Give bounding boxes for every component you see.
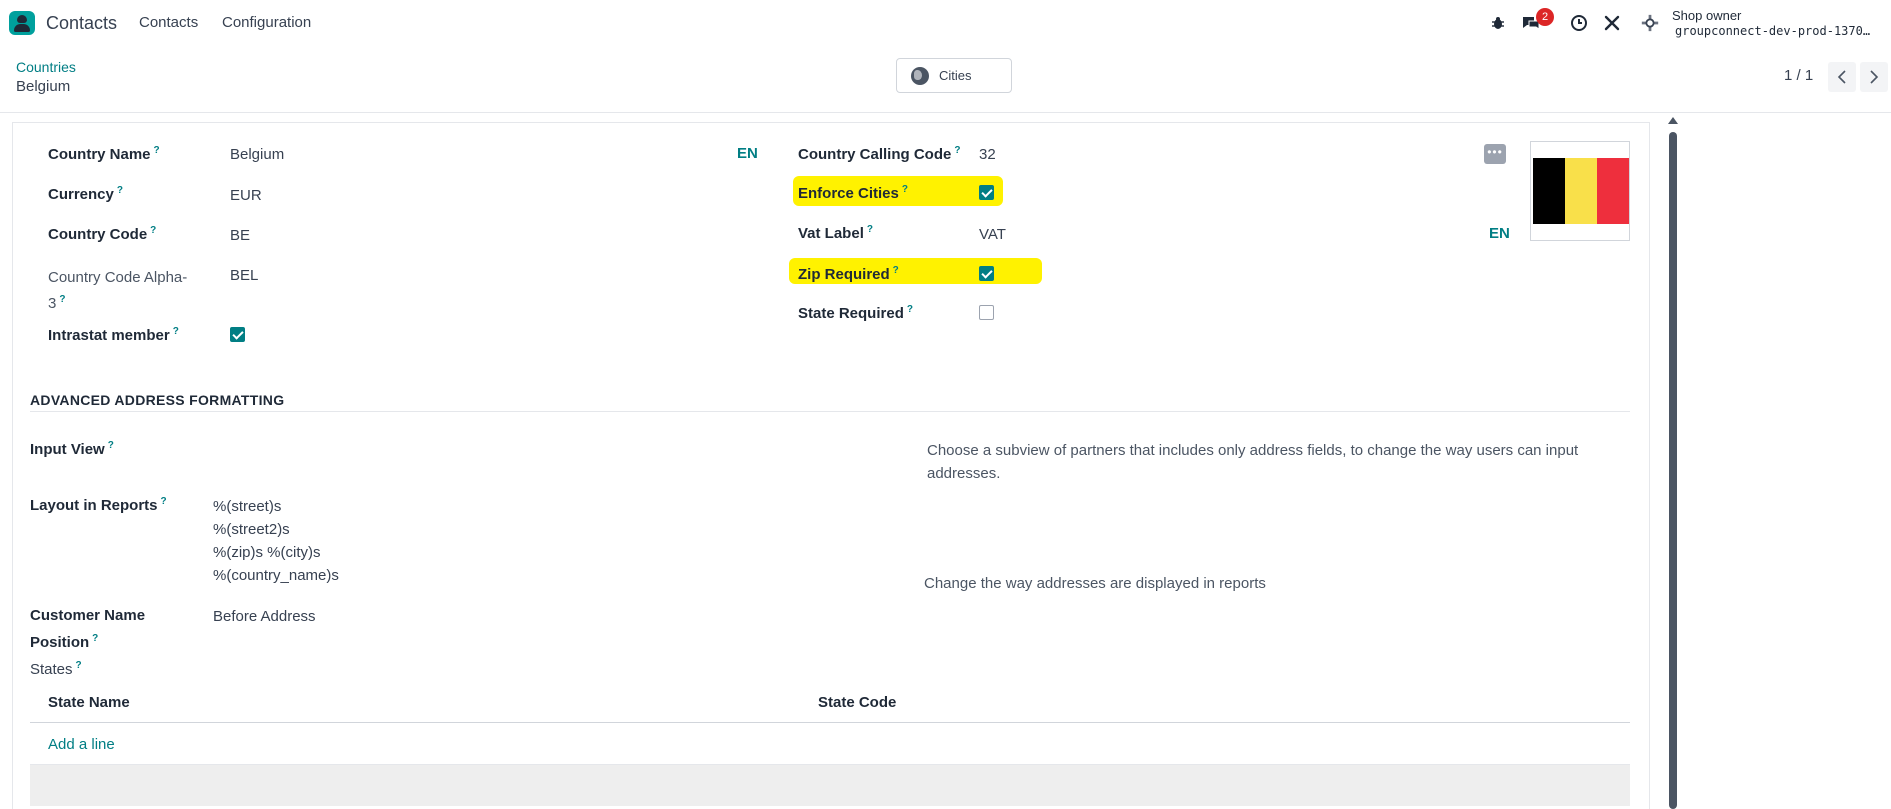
state-required-label: State Required? [798, 304, 913, 322]
activity-clock-icon[interactable] [1569, 13, 1589, 33]
enforce-cities-checkbox[interactable] [979, 185, 994, 200]
debug-bug-icon[interactable] [1488, 13, 1508, 33]
column-header-state-name[interactable]: State Name [48, 694, 130, 711]
input-view-label: Input View? [30, 440, 114, 458]
calling-code-field[interactable]: 32 [979, 146, 996, 163]
vat-label-translate-button[interactable]: EN [1489, 225, 1510, 242]
chevron-left-icon [1837, 70, 1846, 84]
layout-line-zip-city[interactable]: %(zip)s %(city)s [213, 544, 321, 561]
top-navbar: Contacts Contacts Configuration 2 Shop o… [0, 0, 1891, 46]
country-name-field[interactable]: Belgium [230, 146, 284, 163]
input-view-help-text: Choose a subview of partners that includ… [927, 442, 1579, 482]
layout-line-street[interactable]: %(street)s [213, 498, 281, 515]
vat-label-label: Vat Label? [798, 224, 873, 242]
connect-logo-icon[interactable] [1640, 13, 1660, 33]
control-panel-divider [0, 112, 1891, 113]
layout-in-reports-help-text: Change the way addresses are displayed i… [924, 575, 1266, 592]
scroll-up-arrow-icon[interactable] [1668, 117, 1678, 124]
breadcrumb-countries[interactable]: Countries [16, 59, 76, 75]
country-code-alpha3-field[interactable]: BEL [230, 267, 258, 284]
database-name: groupconnect-dev-prod-1370… [1675, 24, 1871, 38]
section-separator [30, 411, 1630, 412]
table-header-separator [30, 722, 1630, 723]
breadcrumb-current-record: Belgium [16, 78, 71, 95]
empty-table-row [30, 764, 1630, 806]
enforce-cities-label: Enforce Cities? [798, 184, 908, 202]
state-required-checkbox[interactable] [979, 305, 994, 320]
layout-line-country[interactable]: %(country_name)s [213, 567, 339, 584]
zip-required-label: Zip Required? [798, 265, 899, 283]
vat-label-field[interactable]: VAT [979, 226, 1006, 243]
customer-name-position-label: Customer Name Position? [30, 607, 146, 651]
vertical-scrollbar-thumb[interactable] [1669, 132, 1677, 809]
flag-stripe-black [1533, 158, 1565, 224]
column-header-state-code[interactable]: State Code [818, 694, 896, 711]
flag-stripe-red [1597, 158, 1629, 224]
globe-icon [911, 66, 929, 85]
tools-wrench-icon[interactable] [1602, 13, 1622, 33]
layout-line-street2[interactable]: %(street2)s [213, 521, 290, 538]
zip-required-checkbox[interactable] [979, 266, 994, 281]
country-name-label: Country Name? [48, 145, 160, 163]
country-code-field[interactable]: BE [230, 227, 250, 244]
menu-contacts[interactable]: Contacts [139, 14, 198, 31]
layout-in-reports-label: Layout in Reports? [30, 496, 167, 514]
user-name[interactable]: Shop owner [1672, 8, 1741, 23]
customer-name-position-field[interactable]: Before Address [213, 608, 316, 625]
pager-value[interactable]: 1 / 1 [1784, 67, 1813, 84]
pager-next-button[interactable] [1860, 62, 1888, 92]
more-options-ellipsis-icon[interactable]: ••• [1484, 144, 1506, 164]
advanced-address-formatting-title: ADVANCED ADDRESS FORMATTING [30, 392, 285, 408]
country-name-translate-button[interactable]: EN [737, 145, 758, 162]
add-a-line-link[interactable]: Add a line [48, 736, 115, 753]
contacts-app-icon[interactable] [9, 11, 35, 35]
intrastat-member-checkbox[interactable] [230, 327, 245, 342]
app-name[interactable]: Contacts [46, 13, 117, 34]
currency-label: Currency? [48, 185, 123, 203]
country-flag-image[interactable] [1530, 141, 1630, 241]
chevron-right-icon [1870, 70, 1879, 84]
pager-previous-button[interactable] [1828, 62, 1856, 92]
menu-configuration[interactable]: Configuration [222, 14, 311, 31]
currency-field[interactable]: EUR [230, 187, 262, 204]
flag-stripe-yellow [1565, 158, 1597, 224]
cities-smart-button[interactable]: Cities [896, 58, 1012, 93]
messages-count-badge: 2 [1536, 8, 1554, 26]
intrastat-member-label: Intrastat member? [48, 326, 179, 344]
country-code-label: Country Code? [48, 225, 157, 243]
states-label: States? [30, 660, 82, 678]
calling-code-label: Country Calling Code? [798, 145, 961, 163]
country-code-alpha3-label: Country Code Alpha- 3? [48, 269, 188, 312]
belgium-flag [1533, 158, 1629, 224]
cities-button-label: Cities [939, 68, 972, 83]
